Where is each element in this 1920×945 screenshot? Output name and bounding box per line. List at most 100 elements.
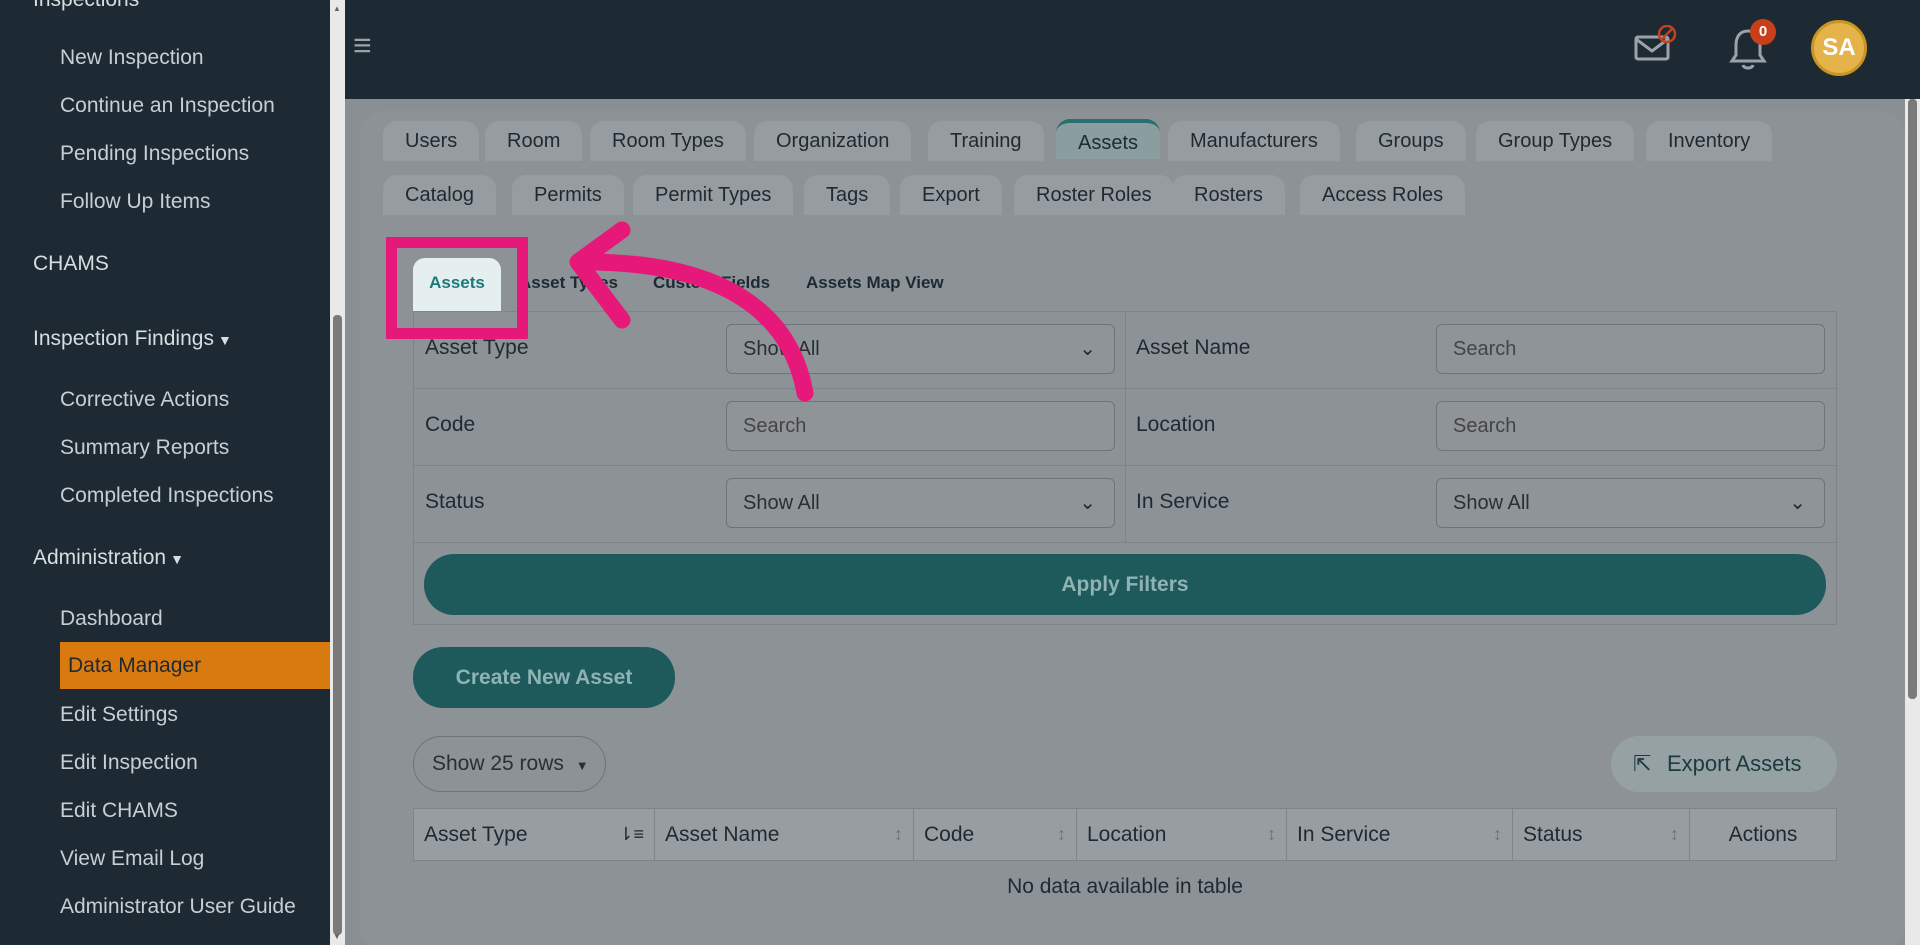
sort-icon: ↕ bbox=[1267, 824, 1276, 844]
findings-label: Inspection Findings bbox=[33, 327, 214, 350]
export-assets-button[interactable]: ⇱ Export Assets bbox=[1611, 736, 1837, 792]
in-service-value: Show All bbox=[1453, 492, 1530, 514]
apply-filters-button[interactable]: Apply Filters bbox=[424, 554, 1826, 615]
location-label: Location bbox=[1136, 413, 1216, 436]
export-icon: ⇱ bbox=[1633, 751, 1652, 776]
hamburger-menu-icon[interactable]: ≡ bbox=[353, 29, 372, 61]
sidebar-item-dashboard[interactable]: Dashboard bbox=[60, 607, 163, 631]
avatar[interactable]: SA bbox=[1811, 20, 1867, 76]
sidebar-item-view-email-log[interactable]: View Email Log bbox=[60, 847, 204, 871]
tab-room-types[interactable]: Room Types bbox=[590, 121, 746, 161]
sidebar-item-edit-settings[interactable]: Edit Settings bbox=[60, 703, 178, 727]
tab-tags[interactable]: Tags bbox=[804, 175, 891, 215]
chevron-down-icon: ⌄ bbox=[1789, 492, 1806, 514]
column-actions: Actions bbox=[1728, 823, 1798, 846]
top-bar: ≡ 0 SA bbox=[345, 0, 1920, 99]
tab-roster-roles[interactable]: Roster Roles bbox=[1014, 175, 1174, 215]
sidebar-item-completed-inspections[interactable]: Completed Inspections bbox=[60, 484, 274, 508]
column-label: Code bbox=[924, 823, 975, 846]
tab-users[interactable]: Users bbox=[383, 121, 480, 161]
sidebar-scroll-thumb[interactable] bbox=[333, 315, 342, 935]
sort-icon: ↕ bbox=[1670, 824, 1679, 844]
sidebar-item-edit-inspection[interactable]: Edit Inspection bbox=[60, 751, 198, 775]
sidebar-section-findings[interactable]: Inspection Findings ▼ bbox=[33, 327, 232, 351]
tab-permits[interactable]: Permits bbox=[512, 175, 624, 215]
column-asset-type[interactable]: Asset Type ⇂≡ bbox=[414, 809, 655, 860]
sidebar-item-admin-user-guide[interactable]: Administrator User Guide bbox=[60, 895, 296, 919]
tab-group-types[interactable]: Group Types bbox=[1476, 121, 1635, 161]
assets-table-header: Asset Type ⇂≡ Asset Name ↕ Code ↕ Location ↕… bbox=[413, 808, 1837, 861]
tab-rosters[interactable]: Rosters bbox=[1172, 175, 1285, 215]
subtab-assets-map-view[interactable]: Assets Map View bbox=[806, 273, 944, 293]
sidebar-item-continue-inspection[interactable]: Continue an Inspection bbox=[60, 94, 275, 118]
export-label: Export Assets bbox=[1667, 751, 1802, 776]
mail-blocked-icon[interactable] bbox=[1633, 24, 1677, 74]
tab-organization[interactable]: Organization bbox=[754, 121, 912, 161]
column-label: In Service bbox=[1297, 823, 1391, 846]
asset-name-input[interactable]: Search bbox=[1436, 324, 1825, 374]
sidebar-item-corrective-actions[interactable]: Corrective Actions bbox=[60, 388, 229, 412]
column-label: Asset Name bbox=[665, 823, 780, 846]
sidebar-section-administration[interactable]: Administration ▼ bbox=[33, 546, 184, 570]
sidebar-item-data-manager[interactable]: Data Manager bbox=[60, 642, 330, 689]
column-status[interactable]: Status ↕ bbox=[1513, 809, 1690, 860]
subtab-custom-fields[interactable]: Custom Fields bbox=[653, 273, 770, 293]
rows-per-page-select[interactable]: Show 25 rows ▼ bbox=[413, 736, 606, 792]
rows-per-page-value: Show 25 rows bbox=[432, 752, 564, 775]
status-label: Status bbox=[425, 490, 485, 513]
status-select[interactable]: Show All ⌄ bbox=[726, 478, 1115, 528]
sort-icon: ↕ bbox=[1057, 824, 1066, 844]
tab-training[interactable]: Training bbox=[928, 121, 1044, 161]
code-input[interactable]: Search bbox=[726, 401, 1115, 451]
notification-badge: 0 bbox=[1750, 19, 1776, 45]
tab-catalog[interactable]: Catalog bbox=[383, 175, 496, 215]
asset-type-label: Asset Type bbox=[425, 336, 529, 359]
chevron-down-icon: ⌄ bbox=[1079, 338, 1096, 360]
tab-room[interactable]: Room bbox=[485, 121, 583, 161]
caret-down-icon: ▼ bbox=[575, 758, 589, 773]
create-new-asset-button[interactable]: Create New Asset bbox=[413, 647, 675, 708]
column-in-service[interactable]: In Service ↕ bbox=[1287, 809, 1513, 860]
sidebar-section-inspections[interactable]: Inspections bbox=[33, 0, 139, 12]
sidebar-item-pending-inspections[interactable]: Pending Inspections bbox=[60, 142, 249, 166]
filter-row-2: Code Search Location Search bbox=[414, 389, 1836, 466]
tab-permit-types[interactable]: Permit Types bbox=[633, 175, 794, 215]
location-input[interactable]: Search bbox=[1436, 401, 1825, 451]
filter-row-1: Asset Type Show All ⌄ Asset Name Search bbox=[414, 312, 1836, 389]
column-location[interactable]: Location ↕ bbox=[1077, 809, 1287, 860]
tab-access-roles[interactable]: Access Roles bbox=[1300, 175, 1466, 215]
sort-icon: ↕ bbox=[894, 824, 903, 844]
sidebar-item-summary-reports[interactable]: Summary Reports bbox=[60, 436, 229, 460]
subtab-asset-types[interactable]: Asset Types bbox=[519, 273, 618, 293]
chevron-down-icon: ⌄ bbox=[1079, 492, 1096, 514]
empty-table-message: No data available in table bbox=[1007, 875, 1243, 898]
sidebar-item-edit-chams[interactable]: Edit CHAMS bbox=[60, 799, 178, 823]
in-service-label: In Service bbox=[1136, 490, 1230, 513]
main-scroll-thumb[interactable] bbox=[1908, 99, 1917, 699]
main-scrollbar[interactable] bbox=[1905, 99, 1920, 945]
sidebar-item-follow-up-items[interactable]: Follow Up Items bbox=[60, 190, 211, 214]
scroll-up-icon[interactable]: ▲ bbox=[333, 4, 341, 13]
filter-panel: Asset Type Show All ⌄ Asset Name Search C… bbox=[413, 311, 1837, 625]
column-label: Status bbox=[1523, 823, 1583, 846]
sort-asc-icon: ⇂≡ bbox=[618, 824, 644, 844]
status-value: Show All bbox=[743, 492, 820, 514]
tab-manufacturers[interactable]: Manufacturers bbox=[1168, 121, 1340, 161]
tab-inventory[interactable]: Inventory bbox=[1646, 121, 1773, 161]
in-service-select[interactable]: Show All ⌄ bbox=[1436, 478, 1825, 528]
sidebar-section-chams[interactable]: CHAMS bbox=[33, 252, 109, 276]
scroll-down-icon[interactable]: ▼ bbox=[333, 932, 341, 941]
asset-name-label: Asset Name bbox=[1136, 336, 1251, 359]
code-label: Code bbox=[425, 413, 476, 436]
column-label: Location bbox=[1087, 823, 1167, 846]
tab-assets[interactable]: Assets bbox=[1056, 119, 1161, 159]
asset-type-select[interactable]: Show All ⌄ bbox=[726, 324, 1115, 374]
highlight-box bbox=[386, 237, 528, 339]
admin-label: Administration bbox=[33, 546, 167, 569]
tab-export[interactable]: Export bbox=[900, 175, 1002, 215]
sidebar-scrollbar[interactable]: ▲ ▼ bbox=[330, 0, 345, 945]
tab-groups[interactable]: Groups bbox=[1356, 121, 1466, 161]
sidebar-item-new-inspection[interactable]: New Inspection bbox=[60, 46, 204, 70]
column-code[interactable]: Code ↕ bbox=[914, 809, 1077, 860]
column-asset-name[interactable]: Asset Name ↕ bbox=[655, 809, 914, 860]
